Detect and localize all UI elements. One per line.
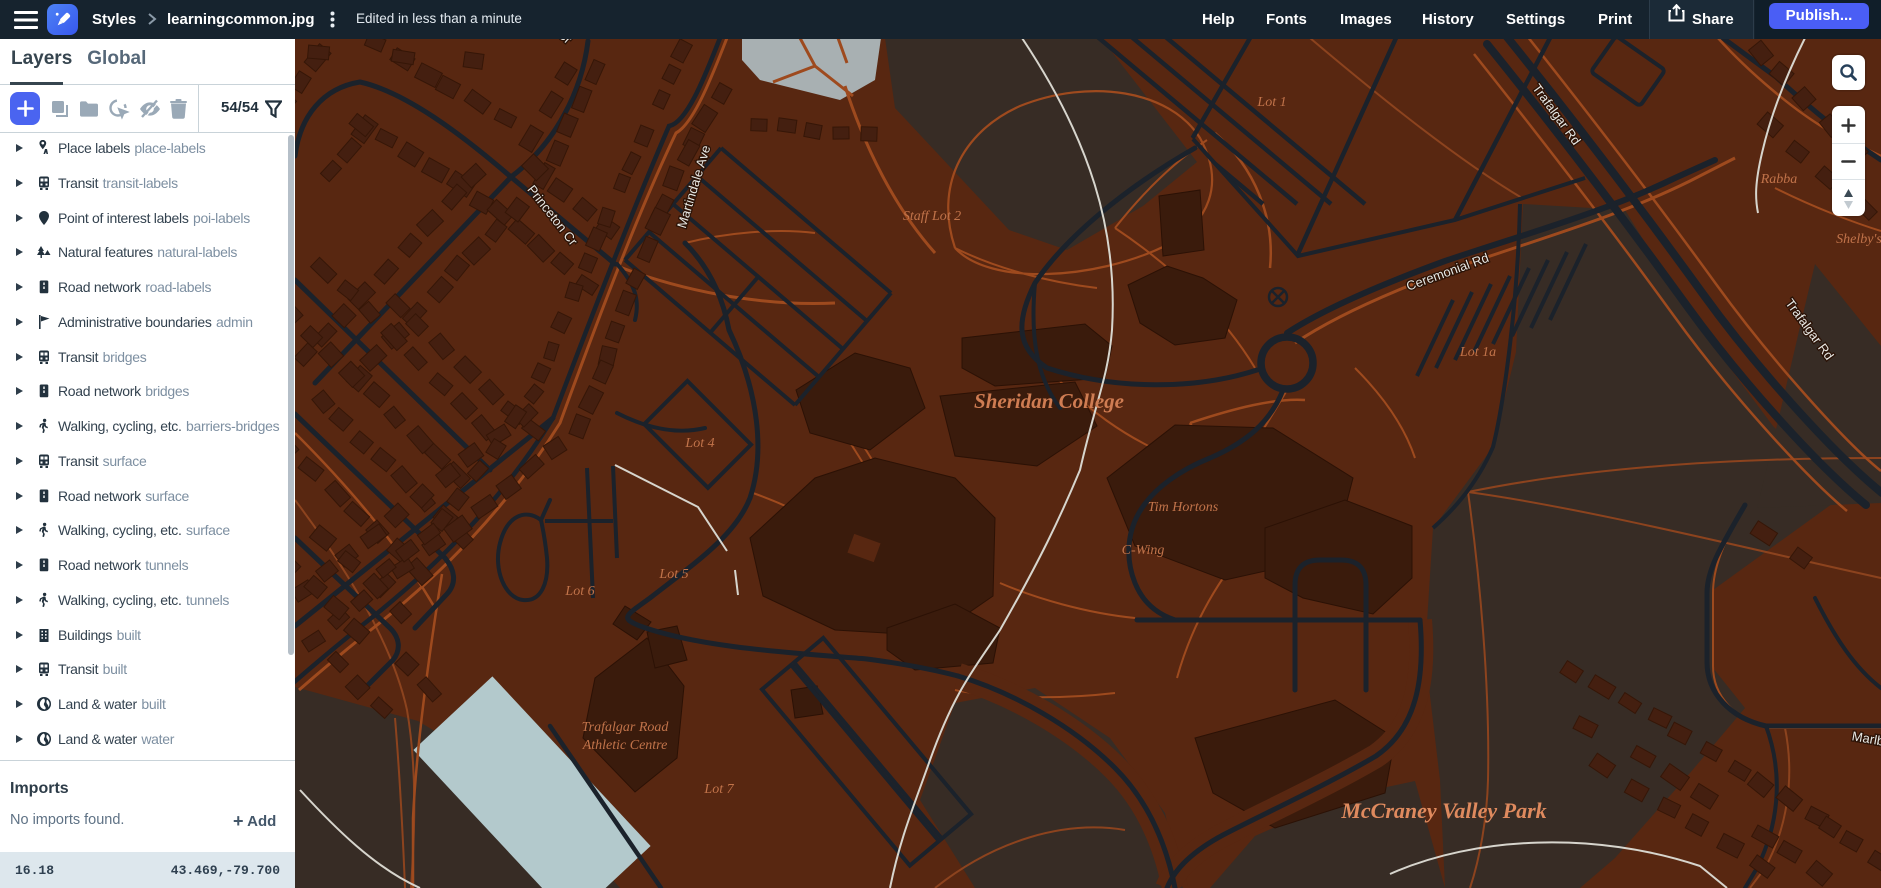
svg-text:Lot 5: Lot 5: [658, 567, 688, 582]
svg-text:Lot 7: Lot 7: [703, 782, 734, 797]
svg-text:Trafalgar Road: Trafalgar Road: [582, 720, 670, 735]
svg-text:Rabba: Rabba: [1760, 172, 1798, 187]
svg-text:Lot 1: Lot 1: [1256, 95, 1286, 110]
svg-text:Sheridan College: Sheridan College: [974, 389, 1124, 413]
svg-text:Lot 4: Lot 4: [684, 436, 714, 451]
svg-text:Lot 6: Lot 6: [564, 584, 594, 599]
svg-text:Athletic Centre: Athletic Centre: [582, 738, 668, 753]
svg-text:C-Wing: C-Wing: [1122, 543, 1165, 558]
svg-text:Shelby's: Shelby's: [1836, 232, 1881, 247]
svg-text:Staff Lot 2: Staff Lot 2: [903, 209, 961, 224]
svg-text:McCraney Valley Park: McCraney Valley Park: [1340, 798, 1546, 823]
svg-text:Tim Hortons: Tim Hortons: [1148, 500, 1219, 515]
svg-text:Lot 1a: Lot 1a: [1459, 345, 1496, 360]
